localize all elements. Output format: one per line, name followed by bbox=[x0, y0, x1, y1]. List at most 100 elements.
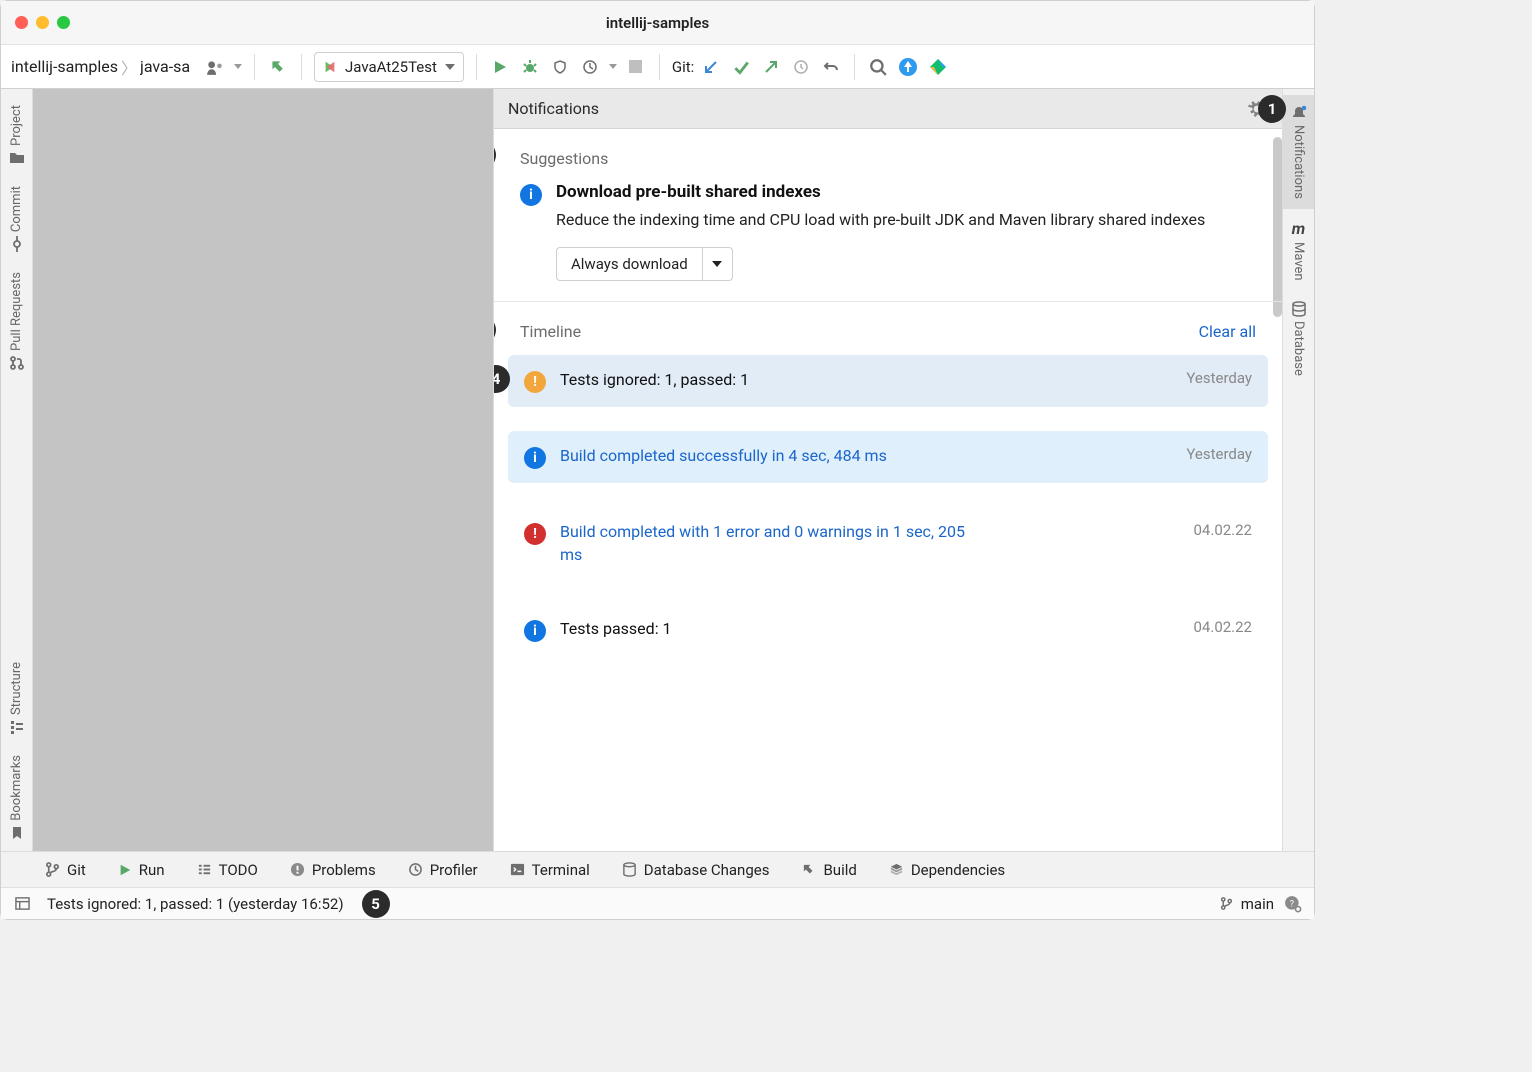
test-icon bbox=[323, 60, 337, 74]
notifications-body: Suggestions 2 i Download pre-built share… bbox=[494, 129, 1282, 851]
play-icon bbox=[118, 863, 132, 877]
git-branch-label[interactable]: main bbox=[1241, 895, 1274, 913]
project-tool-button[interactable]: Project bbox=[9, 95, 25, 176]
sync-icon[interactable] bbox=[897, 56, 919, 78]
run-tab[interactable]: Run bbox=[118, 861, 165, 879]
window-minimize-button[interactable] bbox=[36, 16, 49, 29]
annotation-badge-5: 5 bbox=[362, 890, 390, 918]
window-close-button[interactable] bbox=[15, 16, 28, 29]
timeline-item-title: Build completed with 1 error and 0 warni… bbox=[560, 521, 980, 566]
debug-icon[interactable] bbox=[519, 56, 541, 78]
todo-tab[interactable]: TODO bbox=[197, 861, 258, 879]
chevron-down-icon[interactable] bbox=[702, 248, 732, 280]
git-pull-icon[interactable] bbox=[700, 56, 722, 78]
history-icon[interactable] bbox=[790, 56, 812, 78]
clear-all-link[interactable]: Clear all bbox=[1199, 322, 1256, 341]
timeline-item-date: 04.02.22 bbox=[1174, 618, 1253, 636]
git-label: Git: bbox=[672, 58, 694, 76]
project-settings-icon[interactable] bbox=[204, 56, 226, 78]
terminal-icon bbox=[510, 862, 525, 877]
editor-area bbox=[33, 89, 493, 851]
profiler-icon bbox=[408, 862, 423, 877]
stop-icon[interactable] bbox=[625, 56, 647, 78]
combo-label: Always download bbox=[557, 248, 702, 280]
chevron-down-icon[interactable] bbox=[609, 64, 617, 69]
breadcrumb-item[interactable]: java-sa bbox=[140, 57, 196, 76]
timeline-list: 4 !Tests ignored: 1, passed: 1Yesterdayi… bbox=[494, 355, 1282, 666]
bell-icon bbox=[1291, 105, 1307, 121]
database-icon bbox=[1291, 301, 1307, 317]
timeline-section-title: Timeline bbox=[520, 322, 581, 341]
build-icon[interactable] bbox=[267, 56, 289, 78]
timeline-item-title: Tests passed: 1 bbox=[560, 618, 672, 640]
chevron-down-icon[interactable] bbox=[234, 64, 242, 69]
database-changes-tab[interactable]: Database Changes bbox=[622, 861, 770, 879]
window-title: intellij-samples bbox=[1, 14, 1314, 32]
breadcrumb[interactable]: intellij-samples 〉 java-sa bbox=[11, 55, 196, 79]
annotation-badge-2: 2 bbox=[494, 141, 496, 169]
build-tab[interactable]: Build bbox=[801, 861, 856, 879]
status-message: Tests ignored: 1, passed: 1 (yesterday 1… bbox=[47, 895, 344, 913]
timeline-item-title: Build completed successfully in 4 sec, 4… bbox=[560, 445, 887, 467]
hammer-icon bbox=[801, 862, 816, 877]
undo-icon[interactable] bbox=[820, 56, 842, 78]
suggestion-description: Reduce the indexing time and CPU load wi… bbox=[556, 208, 1256, 231]
timeline-item[interactable]: !Build completed with 1 error and 0 warn… bbox=[508, 507, 1268, 580]
svg-text:?: ? bbox=[1290, 899, 1294, 909]
right-tool-stripe: Notifications m Maven Database bbox=[1282, 89, 1314, 851]
window-zoom-button[interactable] bbox=[57, 16, 70, 29]
timeline-item[interactable]: i Tests passed: 1 04.02.22 bbox=[508, 604, 1268, 656]
pull-request-icon bbox=[9, 355, 25, 371]
search-icon[interactable] bbox=[867, 56, 889, 78]
warning-icon bbox=[290, 862, 305, 877]
annotation-badge-1: 1 bbox=[1258, 95, 1286, 123]
suggestion-card: i Download pre-built shared indexes Redu… bbox=[494, 182, 1282, 301]
main-toolbar: intellij-samples 〉 java-sa JavaAt25Test … bbox=[1, 45, 1314, 89]
commit-tool-button[interactable]: Commit bbox=[9, 176, 25, 262]
profiler-icon[interactable] bbox=[579, 56, 601, 78]
commit-icon bbox=[9, 236, 25, 252]
breadcrumb-root[interactable]: intellij-samples bbox=[11, 57, 118, 76]
suggestions-section-title: Suggestions bbox=[520, 149, 608, 168]
notifications-tool-button[interactable]: Notifications bbox=[1283, 95, 1314, 209]
jetbrains-icon[interactable] bbox=[927, 56, 949, 78]
chevron-right-icon: 〉 bbox=[121, 55, 137, 79]
info-icon: i bbox=[524, 620, 546, 642]
coverage-icon[interactable] bbox=[549, 56, 571, 78]
problems-tab[interactable]: Problems bbox=[290, 861, 376, 879]
timeline-item[interactable]: !Tests ignored: 1, passed: 1Yesterday bbox=[508, 355, 1268, 407]
bookmark-icon bbox=[9, 825, 25, 841]
dependencies-tab[interactable]: Dependencies bbox=[889, 861, 1005, 879]
lock-settings-icon[interactable]: ? bbox=[1282, 893, 1304, 915]
timeline-item[interactable]: i Build completed successfully in 4 sec, … bbox=[508, 431, 1268, 483]
info-icon: i bbox=[520, 184, 542, 206]
git-push-icon[interactable] bbox=[760, 56, 782, 78]
notifications-title: Notifications bbox=[508, 99, 599, 118]
status-bar: Tests ignored: 1, passed: 1 (yesterday 1… bbox=[1, 887, 1314, 919]
run-icon[interactable] bbox=[489, 56, 511, 78]
structure-icon bbox=[9, 719, 25, 735]
notifications-header: Notifications 1 bbox=[494, 89, 1282, 129]
info-icon: i bbox=[524, 447, 546, 469]
notifications-tool-window: Notifications 1 Suggestions 2 i Download… bbox=[493, 89, 1282, 851]
suggestion-title: Download pre-built shared indexes bbox=[556, 182, 1256, 202]
run-config-selector[interactable]: JavaAt25Test bbox=[314, 52, 464, 82]
always-download-combo[interactable]: Always download bbox=[556, 247, 733, 281]
bookmarks-tool-button[interactable]: Bookmarks bbox=[9, 745, 25, 851]
timeline-item-title: Tests ignored: 1, passed: 1 bbox=[560, 369, 749, 391]
git-commit-icon[interactable] bbox=[730, 56, 752, 78]
maven-tool-button[interactable]: m Maven bbox=[1291, 209, 1306, 291]
branch-icon bbox=[1220, 897, 1233, 910]
pull-requests-tool-button[interactable]: Pull Requests bbox=[9, 262, 25, 381]
annotation-badge-3: 3 bbox=[494, 316, 496, 344]
profiler-tab[interactable]: Profiler bbox=[408, 861, 478, 879]
maven-icon: m bbox=[1292, 219, 1305, 238]
database-icon bbox=[622, 862, 637, 877]
bottom-toolbar: Git Run TODO Problems Profiler Terminal … bbox=[1, 851, 1314, 887]
structure-tool-button[interactable]: Structure bbox=[9, 652, 25, 745]
database-tool-button[interactable]: Database bbox=[1291, 291, 1307, 386]
tool-windows-icon[interactable] bbox=[11, 893, 33, 915]
terminal-tab[interactable]: Terminal bbox=[510, 861, 590, 879]
chevron-down-icon bbox=[445, 64, 455, 70]
git-tab[interactable]: Git bbox=[45, 861, 86, 879]
